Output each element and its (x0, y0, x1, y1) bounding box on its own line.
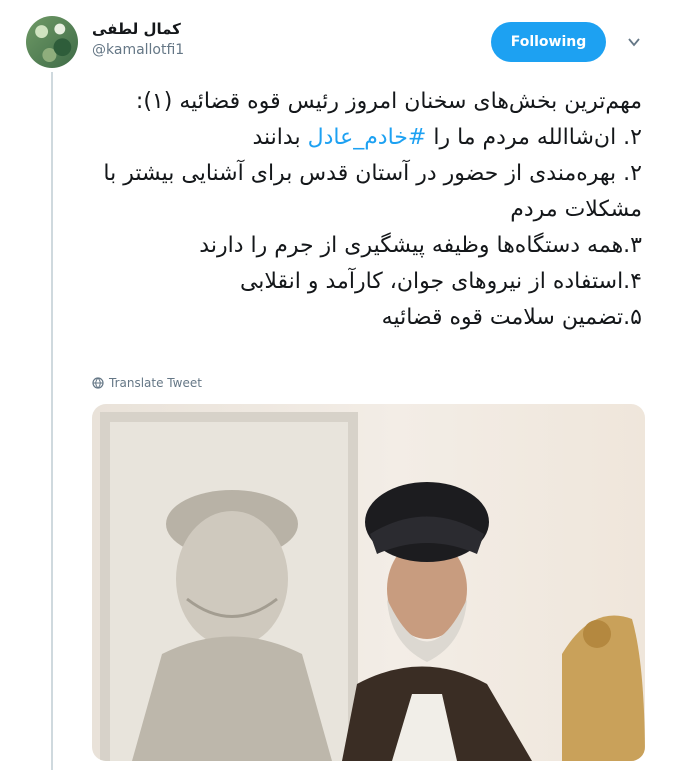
following-button[interactable]: Following (491, 22, 606, 62)
tweet-line-4: ۳.همه دستگاه‌ها وظیفه پیشگیری از جرم را … (199, 233, 642, 258)
tweet-line-5: ۴.استفاده از نیروهای جوان، کارآمد و انقل… (239, 269, 642, 294)
user-handle[interactable]: @kamallotfi1 (92, 42, 184, 58)
caret-down-icon[interactable] (626, 34, 642, 50)
user-display-name[interactable]: کمال لطفی (92, 20, 181, 38)
tweet-line-3: ۲. بهره‌مندی از حضور در آستان قدس برای آ… (103, 161, 642, 222)
translate-tweet-link[interactable]: Translate Tweet (92, 376, 202, 390)
tweet-line-6: ۵.تضمین سلامت قوه قضائیه (381, 305, 642, 330)
avatar[interactable] (26, 16, 78, 68)
globe-icon (92, 377, 104, 389)
tweet-line-2: ۲. ان‌شاالله مردم ما را #خادم_عادل بدانن… (252, 125, 642, 150)
thread-line (51, 72, 53, 770)
tweet-line-1: مهم‌ترین بخش‌های سخنان امروز رئیس قوه قض… (135, 89, 642, 114)
tweet-photo[interactable] (92, 404, 645, 761)
hashtag-link[interactable]: #خادم_عادل (308, 125, 427, 150)
tweet-text: مهم‌ترین بخش‌های سخنان امروز رئیس قوه قض… (92, 84, 642, 336)
photo-illustration (100, 412, 645, 761)
translate-tweet-label: Translate Tweet (109, 376, 202, 390)
